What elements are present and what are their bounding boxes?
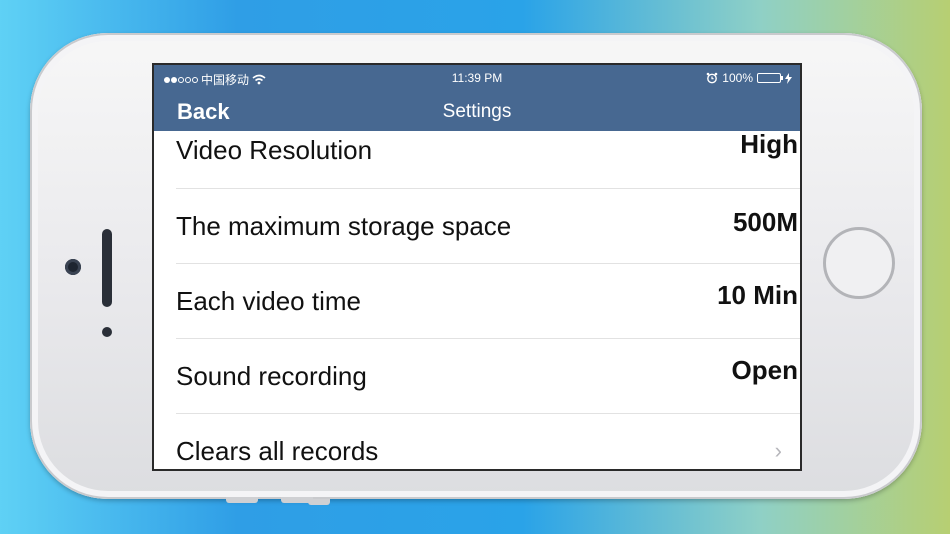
home-button[interactable]	[823, 227, 895, 299]
status-time: 11:39 PM	[451, 71, 503, 85]
setting-value: 500M	[732, 207, 798, 237]
alarm-icon	[706, 72, 718, 84]
setting-value: 10 Min	[717, 280, 798, 310]
setting-value: High	[740, 129, 798, 159]
front-camera	[65, 259, 81, 275]
chevron-right-icon: ›	[774, 438, 782, 463]
phone-screen: 中国移动 11:39 PM 100% Back Settings Video R…	[154, 65, 800, 469]
battery-percent: 100%	[722, 71, 753, 85]
battery-icon	[757, 73, 783, 83]
setting-row-max-storage[interactable]: The maximum storage space 500M	[154, 189, 800, 264]
setting-row-video-time[interactable]: Each video time 10 Min	[154, 264, 800, 339]
setting-label: Sound recording	[176, 361, 367, 391]
status-bar: 中国移动 11:39 PM 100%	[154, 65, 800, 91]
setting-row-clear-records[interactable]: Clears all records ›	[154, 414, 800, 469]
settings-list: Video Resolution High The maximum storag…	[154, 121, 800, 469]
setting-label: Each video time	[176, 286, 361, 316]
setting-row-sound-recording[interactable]: Sound recording Open	[154, 339, 800, 414]
mute-switch	[308, 499, 330, 505]
charging-icon	[785, 72, 792, 84]
setting-label: Video Resolution	[176, 135, 373, 165]
volume-up-button	[226, 497, 258, 503]
proximity-sensor	[102, 327, 112, 337]
status-right: 100%	[706, 71, 792, 85]
earpiece-speaker	[102, 229, 112, 307]
page-title: Settings	[442, 101, 512, 122]
setting-label: Clears all records	[176, 436, 379, 466]
setting-value: Open	[731, 355, 798, 385]
setting-label: The maximum storage space	[176, 211, 512, 241]
setting-row-video-resolution[interactable]: Video Resolution High	[154, 121, 800, 189]
